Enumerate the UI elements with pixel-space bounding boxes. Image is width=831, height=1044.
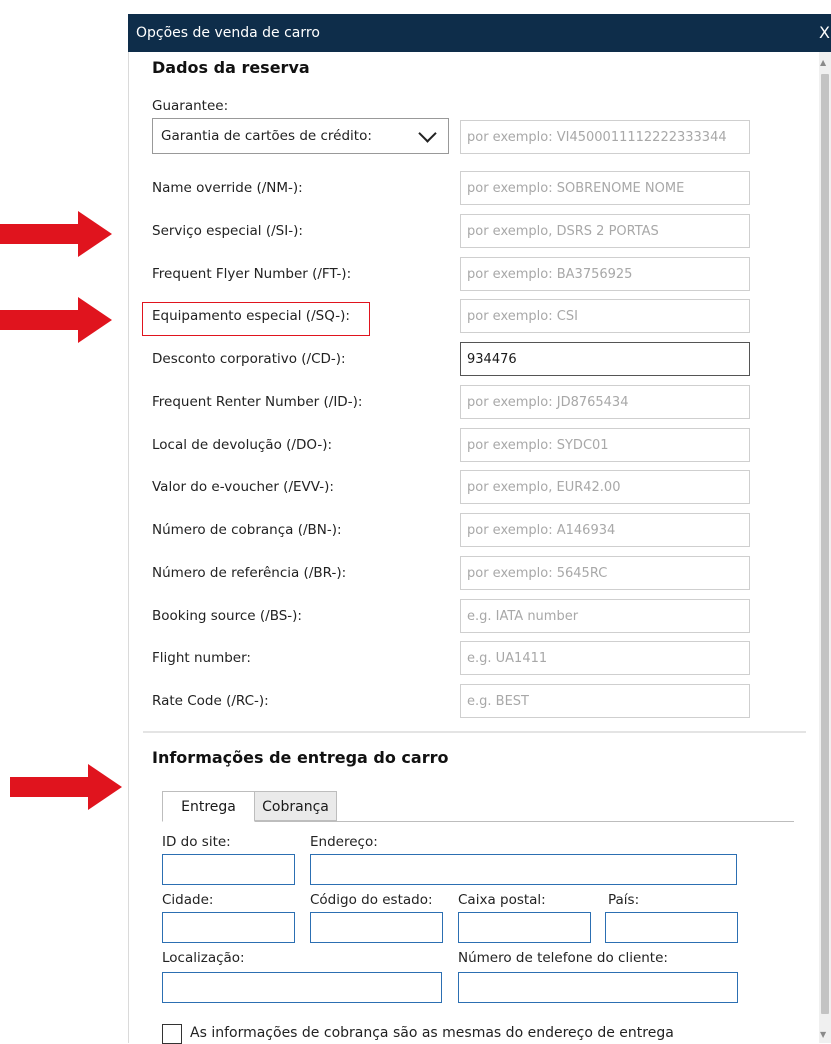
field-label: Local de devolução (/DO-): xyxy=(152,437,333,453)
field-label: Desconto corporativo (/CD-): xyxy=(152,351,346,367)
scrollbar-thumb[interactable] xyxy=(821,74,829,1014)
field-label: Name override (/NM-): xyxy=(152,180,303,196)
chevron-down-icon xyxy=(418,124,437,143)
city-input[interactable] xyxy=(162,912,295,943)
guarantee-select[interactable]: Garantia de cartões de crédito: xyxy=(152,118,449,154)
field-input[interactable] xyxy=(460,385,750,419)
field-label: Frequent Renter Number (/ID-): xyxy=(152,394,363,410)
tab-cobranca[interactable]: Cobrança xyxy=(254,791,337,821)
field-input[interactable] xyxy=(460,299,750,333)
field-label: Número de cobrança (/BN-): xyxy=(152,522,342,538)
guarantee-selected-value: Garantia de cartões de crédito: xyxy=(161,128,372,144)
field-input[interactable] xyxy=(460,257,750,291)
scroll-up-icon[interactable]: ▲ xyxy=(820,58,826,67)
postal-code-input[interactable] xyxy=(458,912,591,943)
annotation-highlight-box xyxy=(142,302,370,336)
field-label: Flight number: xyxy=(152,650,251,666)
field-label: Frequent Flyer Number (/FT-): xyxy=(152,266,352,282)
field-input[interactable] xyxy=(460,214,750,248)
customer-phone-input[interactable] xyxy=(458,972,738,1003)
delivery-heading: Informações de entrega do carro xyxy=(152,748,449,767)
guarantee-label: Guarantee: xyxy=(152,98,229,114)
tab-strip-line xyxy=(162,821,794,822)
field-input[interactable] xyxy=(460,470,750,504)
same-address-label: As informações de cobrança são as mesmas… xyxy=(190,1025,674,1041)
field-input[interactable] xyxy=(460,641,750,675)
state-code-input[interactable] xyxy=(310,912,443,943)
country-label: País: xyxy=(608,892,640,908)
same-address-checkbox[interactable] xyxy=(162,1024,182,1044)
customer-phone-label: Número de telefone do cliente: xyxy=(458,950,668,966)
field-input[interactable] xyxy=(460,599,750,633)
location-input[interactable] xyxy=(162,972,442,1003)
annotation-arrow-icon xyxy=(0,211,112,257)
site-id-input[interactable] xyxy=(162,854,295,885)
postal-code-label: Caixa postal: xyxy=(458,892,546,908)
annotation-arrow-icon xyxy=(0,297,112,343)
field-label: Número de referência (/BR-): xyxy=(152,565,347,581)
field-input[interactable] xyxy=(460,513,750,547)
location-label: Localização: xyxy=(162,950,245,966)
address-label: Endereço: xyxy=(310,834,378,850)
tab-entrega[interactable]: Entrega xyxy=(162,791,255,822)
country-input[interactable] xyxy=(605,912,738,943)
field-input[interactable] xyxy=(460,428,750,462)
annotation-arrow-icon xyxy=(10,764,122,810)
guarantee-card-input[interactable] xyxy=(460,120,750,154)
reservation-heading: Dados da reserva xyxy=(152,58,310,77)
field-input[interactable] xyxy=(460,342,750,376)
dialog-border xyxy=(128,52,129,1043)
vertical-scrollbar[interactable]: ▲ ▼ xyxy=(819,52,831,1043)
section-divider xyxy=(143,731,806,733)
scroll-down-icon[interactable]: ▼ xyxy=(820,1030,826,1039)
close-button[interactable]: X xyxy=(819,23,831,42)
site-id-label: ID do site: xyxy=(162,834,231,850)
field-input[interactable] xyxy=(460,556,750,590)
field-label: Valor do e-voucher (/EVV-): xyxy=(152,479,334,495)
field-label: Rate Code (/RC-): xyxy=(152,693,269,709)
field-input[interactable] xyxy=(460,171,750,205)
field-input[interactable] xyxy=(460,684,750,718)
dialog-title-bar: Opções de venda de carro X xyxy=(128,14,831,52)
address-input[interactable] xyxy=(310,854,737,885)
dialog-title: Opções de venda de carro xyxy=(136,25,320,41)
city-label: Cidade: xyxy=(162,892,214,908)
field-label: Serviço especial (/SI-): xyxy=(152,223,303,239)
field-label: Booking source (/BS-): xyxy=(152,608,302,624)
state-code-label: Código do estado: xyxy=(310,892,433,908)
